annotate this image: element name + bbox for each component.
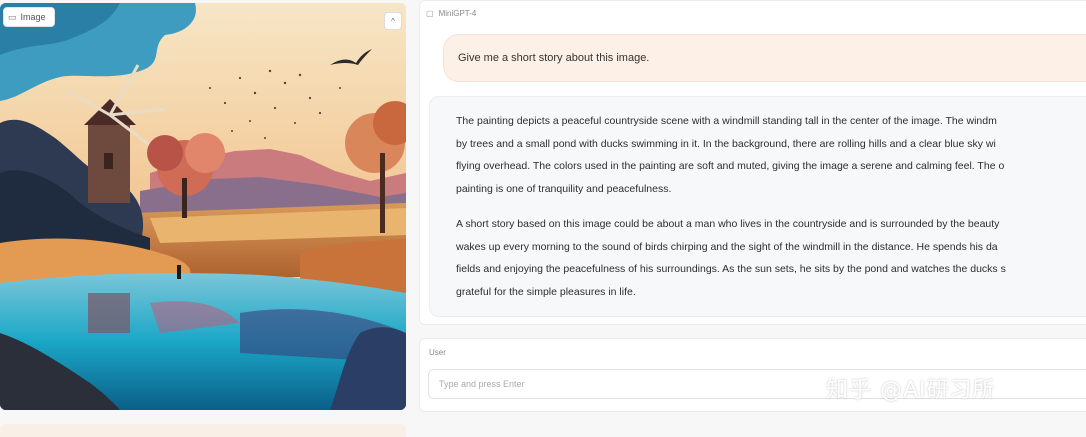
chevron-up-icon: ^ [391, 16, 395, 26]
image-component-label: ▭ Image [3, 7, 55, 27]
collapse-button[interactable]: ^ [384, 12, 402, 30]
chatbot-label: ▢ MiniGPT-4 [426, 9, 476, 18]
uploaded-image-panel: ▭ Image ^ [0, 3, 406, 410]
bot-message-line: fields and enjoying the peacefulness of … [456, 263, 1006, 275]
bot-message-line: painting is one of tranquility and peace… [456, 182, 672, 195]
image-icon: ▭ [8, 11, 17, 22]
bot-message-line: grateful for the simple pleasures in lif… [456, 285, 636, 298]
bot-message-line: wakes up every morning to the sound of b… [456, 240, 998, 253]
zhihu-watermark: 知乎 @AI研习所 [826, 378, 996, 403]
chatbot-panel: ▢ MiniGPT-4 Give me a short story about … [419, 0, 1086, 325]
bot-message-line: flying overhead. The colors used in the … [456, 160, 1005, 172]
bot-message-bubble: The painting depicts a peaceful countrys… [429, 96, 1086, 317]
bot-message-line: The painting depicts a peaceful countrys… [456, 115, 997, 127]
chat-icon: ▢ [426, 9, 434, 18]
user-input-label: User [429, 348, 446, 357]
chatbot-label-text: MiniGPT-4 [438, 9, 477, 18]
landscape-painting-image [0, 3, 406, 410]
image-label-text: Image [20, 12, 46, 22]
bot-message-line: by trees and a small pond with ducks swi… [456, 137, 996, 150]
user-message-bubble: Give me a short story about this image. [443, 34, 1086, 82]
bot-message-line: A short story based on this image could … [456, 218, 1000, 230]
user-message-text: Give me a short story about this image. [458, 52, 650, 64]
upload-button-strip[interactable] [0, 424, 406, 437]
